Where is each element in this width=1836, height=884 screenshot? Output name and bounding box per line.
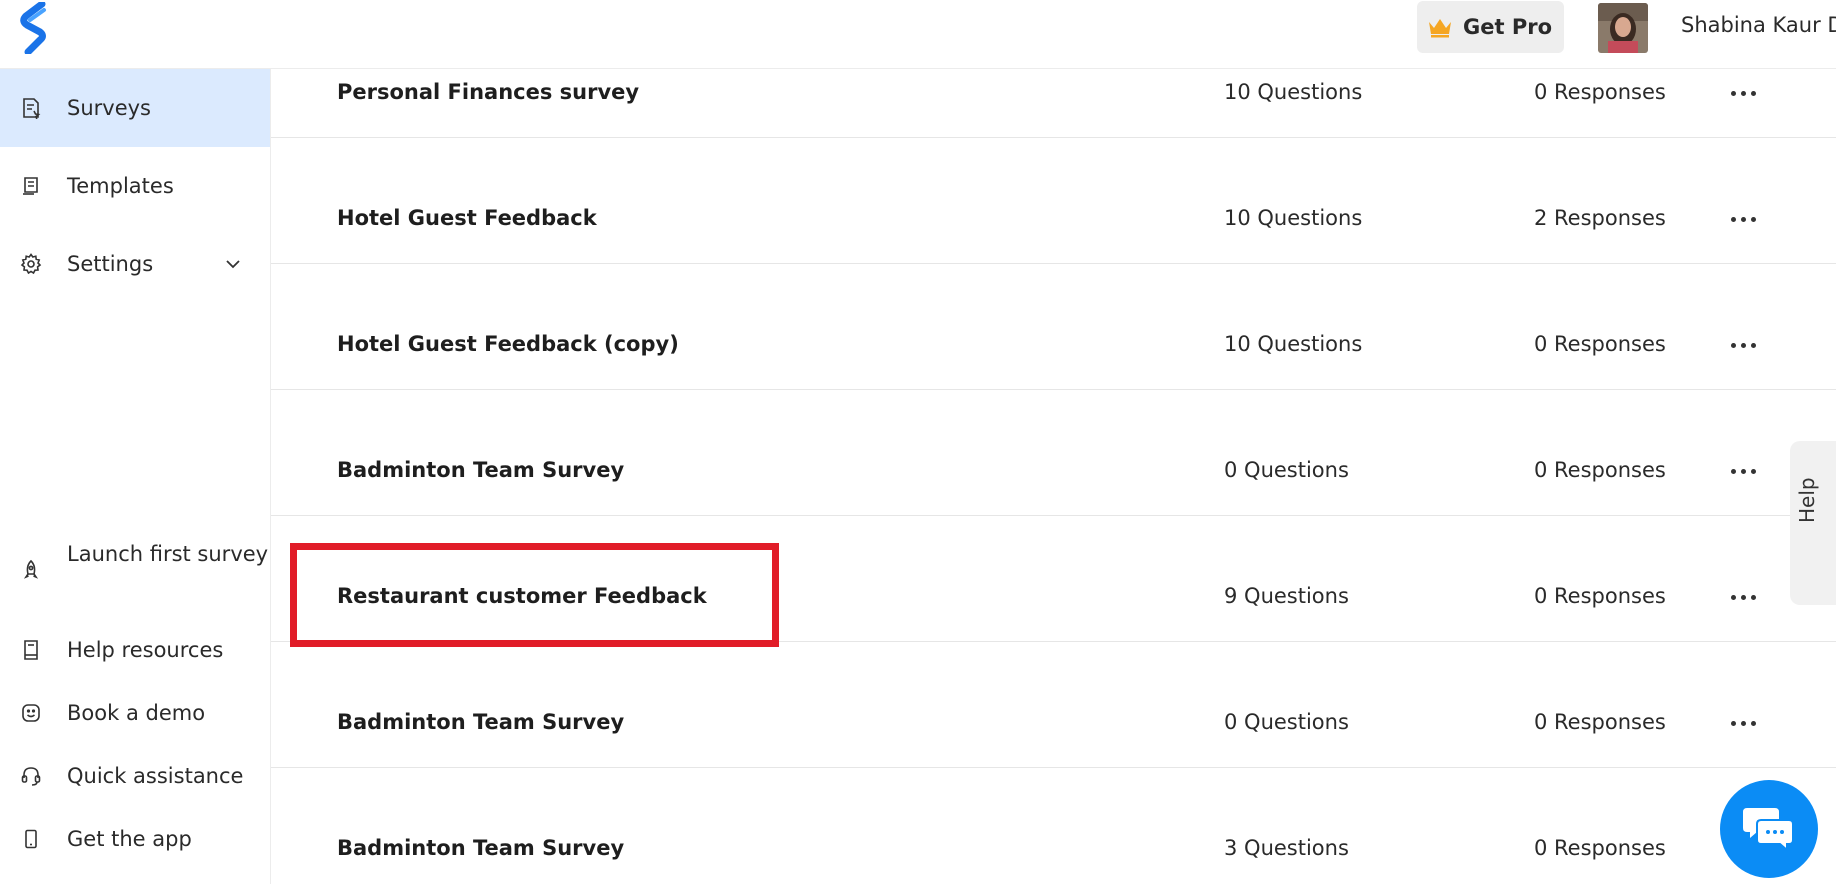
response-count[interactable]: 0 Responses xyxy=(1534,710,1666,734)
table-row[interactable]: Hotel Guest Feedback (copy) 10 Questions… xyxy=(271,264,1836,390)
response-count[interactable]: 0 Responses xyxy=(1534,458,1666,482)
survey-name[interactable]: Personal Finances survey xyxy=(337,80,639,104)
sidebar-item-label: Settings xyxy=(67,252,154,276)
sidebar-item-get-the-app[interactable]: Get the app xyxy=(0,818,270,862)
question-count: 10 Questions xyxy=(1224,332,1363,356)
sidebar-item-label: Templates xyxy=(67,174,174,198)
templates-icon xyxy=(20,175,42,197)
sidebar-item-templates[interactable]: Templates xyxy=(0,147,270,225)
app-logo-icon[interactable] xyxy=(18,2,52,54)
sidebar-item-label: Get the app xyxy=(67,827,192,851)
smile-icon xyxy=(22,704,40,722)
response-count[interactable]: 0 Responses xyxy=(1534,80,1666,104)
response-count[interactable]: 0 Responses xyxy=(1534,836,1666,860)
sidebar-item-label: Launch first survey xyxy=(67,542,269,566)
rocket-icon xyxy=(23,559,39,579)
response-count[interactable]: 2 Responses xyxy=(1534,206,1666,230)
more-options-icon[interactable] xyxy=(1731,214,1759,224)
more-options-icon[interactable] xyxy=(1731,592,1759,602)
survey-name[interactable]: Hotel Guest Feedback (copy) xyxy=(337,332,679,356)
question-count: 0 Questions xyxy=(1224,458,1349,482)
survey-name[interactable]: Badminton Team Survey xyxy=(337,710,624,734)
sidebar-item-quick-assistance[interactable]: Quick assistance xyxy=(0,755,270,799)
survey-name[interactable]: Badminton Team Survey xyxy=(337,458,624,482)
sidebar-item-label: Quick assistance xyxy=(67,764,244,788)
table-row[interactable]: Badminton Team Survey 0 Questions 0 Resp… xyxy=(271,642,1836,768)
more-options-icon[interactable] xyxy=(1731,340,1759,350)
table-row[interactable]: Personal Finances survey 10 Questions 0 … xyxy=(271,12,1836,138)
table-row[interactable]: Badminton Team Survey 3 Questions 0 Resp… xyxy=(271,768,1836,884)
chat-button[interactable] xyxy=(1720,780,1818,878)
table-row[interactable]: Badminton Team Survey 0 Questions 0 Resp… xyxy=(271,390,1836,516)
sidebar-item-help-resources[interactable]: Help resources xyxy=(0,629,270,673)
sidebar: Surveys Templates Settings Launch first … xyxy=(0,69,271,884)
help-tab[interactable]: Help xyxy=(1790,441,1836,605)
sidebar-item-surveys[interactable]: Surveys xyxy=(0,69,270,147)
more-options-icon[interactable] xyxy=(1731,718,1759,728)
more-options-icon[interactable] xyxy=(1731,88,1759,98)
help-tab-label: Help xyxy=(1795,477,1819,523)
chevron-down-icon[interactable] xyxy=(224,255,242,273)
table-row[interactable]: Hotel Guest Feedback 10 Questions 2 Resp… xyxy=(271,138,1836,264)
sidebar-item-launch-first-survey[interactable]: Launch first survey xyxy=(0,539,270,605)
question-count: 0 Questions xyxy=(1224,710,1349,734)
survey-name[interactable]: Hotel Guest Feedback xyxy=(337,206,597,230)
phone-icon xyxy=(25,829,37,849)
sidebar-item-settings[interactable]: Settings xyxy=(0,225,270,303)
question-count: 10 Questions xyxy=(1224,206,1363,230)
question-count: 9 Questions xyxy=(1224,584,1349,608)
response-count[interactable]: 0 Responses xyxy=(1534,332,1666,356)
table-row[interactable]: Restaurant customer Feedback 9 Questions… xyxy=(271,516,1836,642)
survey-name[interactable]: Restaurant customer Feedback xyxy=(337,584,707,608)
surveys-icon xyxy=(20,97,42,119)
sidebar-item-label: Book a demo xyxy=(67,701,206,725)
response-count[interactable]: 0 Responses xyxy=(1534,584,1666,608)
chat-icon xyxy=(1743,808,1794,853)
gear-icon xyxy=(20,253,42,275)
survey-name[interactable]: Badminton Team Survey xyxy=(337,836,624,860)
question-count: 3 Questions xyxy=(1224,836,1349,860)
sidebar-item-label: Help resources xyxy=(67,638,224,662)
headset-icon xyxy=(21,767,41,786)
sidebar-item-label: Surveys xyxy=(67,96,151,120)
sidebar-item-book-a-demo[interactable]: Book a demo xyxy=(0,692,270,736)
more-options-icon[interactable] xyxy=(1731,466,1759,476)
question-count: 10 Questions xyxy=(1224,80,1363,104)
book-icon xyxy=(24,640,38,660)
